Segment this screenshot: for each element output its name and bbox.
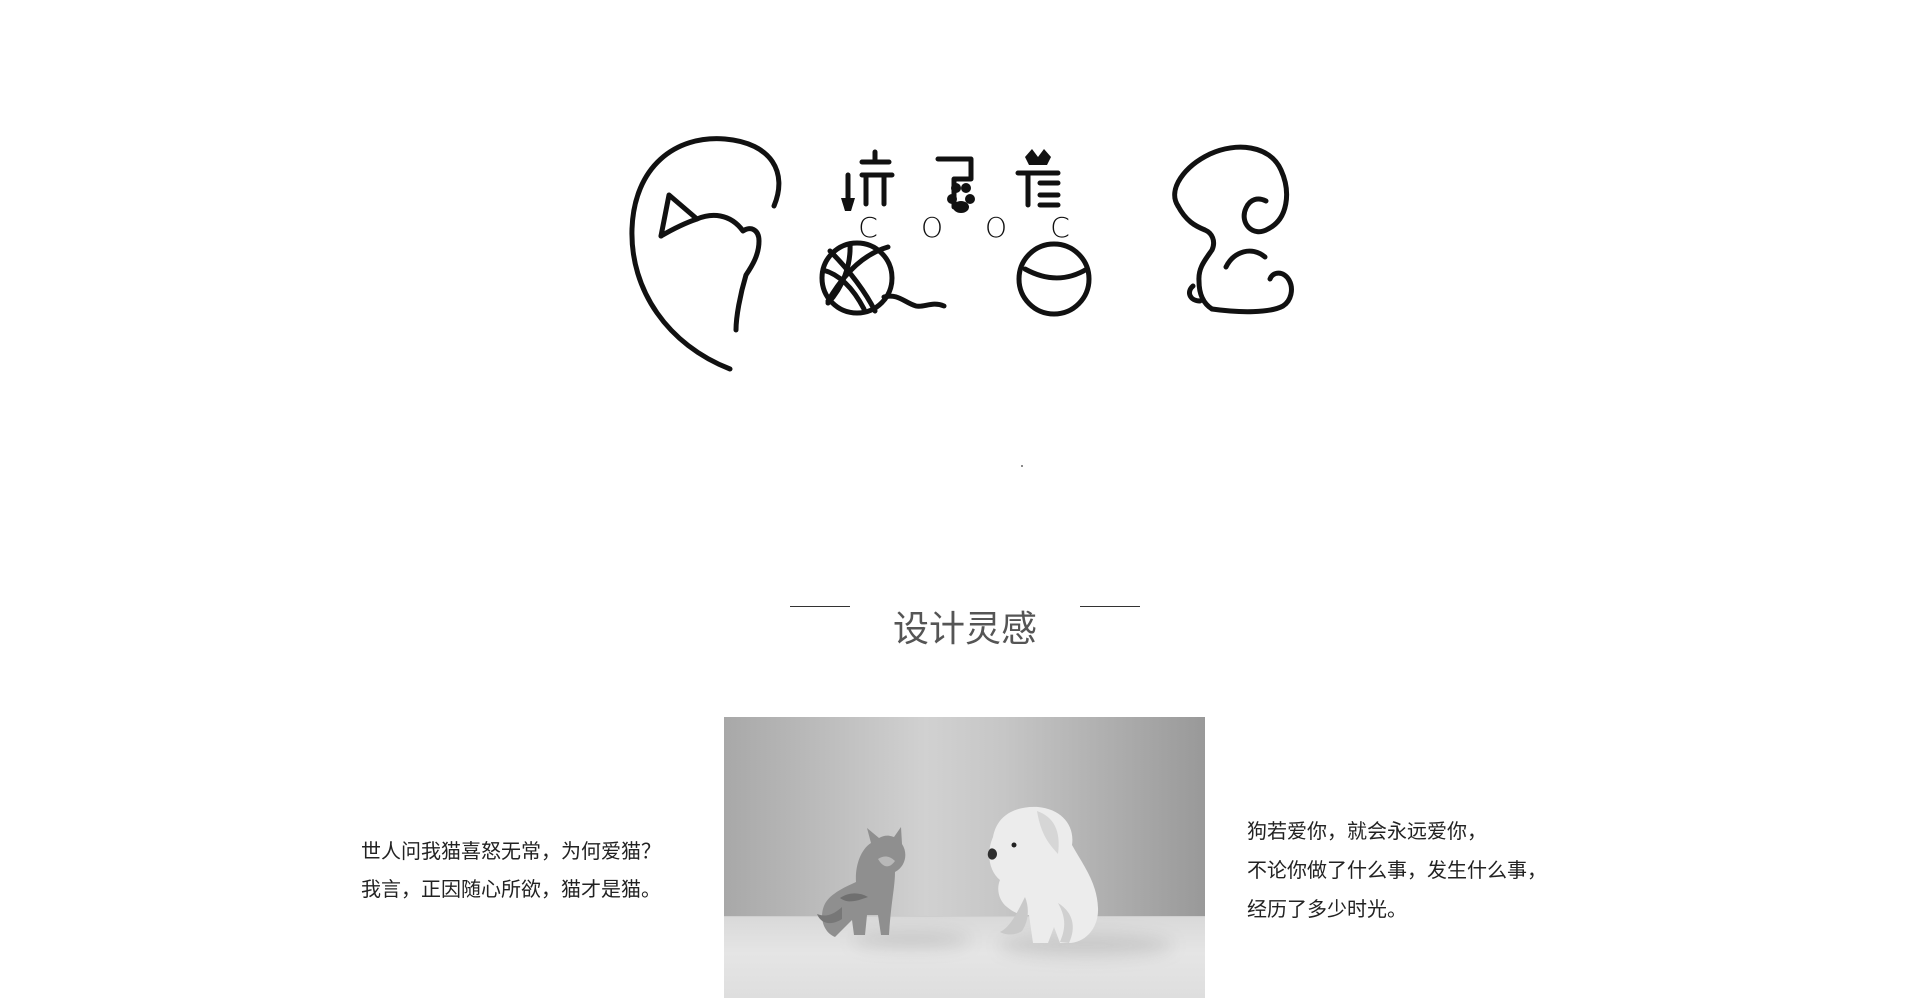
cat-inspiration-line-2: 我言，正因随心所欲，猫才是猫。 bbox=[361, 877, 661, 901]
page: C O O C 设计灵感 世人问我猫喜怒无常，为何爱猫？ 我言，正因随心所欲，猫… bbox=[0, 0, 1920, 1000]
cat-inspiration-line-1: 世人问我猫喜怒无常，为何爱猫？ bbox=[361, 839, 661, 863]
logo-letter-o-2: O bbox=[984, 211, 1008, 244]
cooc-logo: C O O C bbox=[620, 125, 1330, 385]
yarn-ball-icon bbox=[819, 240, 947, 316]
crown-icon bbox=[1015, 149, 1061, 208]
white-puppy bbox=[987, 806, 1099, 943]
logo-letter-c-1: C bbox=[858, 211, 878, 244]
shovel-icon bbox=[841, 149, 895, 211]
dog-inspiration-line-2: 不论你做了什么事，发生什么事， bbox=[1247, 858, 1547, 882]
logo-artwork bbox=[629, 136, 1294, 372]
heading-left-rule bbox=[790, 606, 850, 607]
cat-outline-icon bbox=[629, 136, 782, 372]
logo-letters: C O O C bbox=[855, 213, 1073, 243]
dog-inspiration-line-3: 经历了多少时光。 bbox=[1247, 897, 1407, 921]
heading-right-rule bbox=[1080, 606, 1140, 607]
decorative-dot bbox=[1021, 465, 1023, 467]
photo-subjects bbox=[817, 806, 1099, 943]
cat-inspiration-text: 世人问我猫喜怒无常，为何爱猫？ 我言，正因随心所欲，猫才是猫。 bbox=[361, 832, 701, 908]
cat-and-puppy-photo bbox=[724, 717, 1205, 998]
dog-outline-icon bbox=[1172, 144, 1294, 315]
section-heading: 设计灵感 bbox=[790, 579, 1140, 650]
logo-glyphs bbox=[841, 149, 1061, 213]
dog-inspiration-line-1: 狗若爱你，就会永远爱你， bbox=[1247, 819, 1487, 843]
dog-inspiration-text: 狗若爱你，就会永远爱你， 不论你做了什么事，发生什么事， 经历了多少时光。 bbox=[1247, 812, 1587, 929]
paw-icon bbox=[935, 156, 975, 213]
gray-kitten bbox=[817, 827, 906, 937]
section-title: 设计灵感 bbox=[892, 609, 1037, 651]
logo-letter-c-2: C bbox=[1050, 211, 1070, 244]
tennis-ball-icon bbox=[1016, 241, 1092, 317]
logo-letter-o-1: O bbox=[920, 211, 944, 244]
